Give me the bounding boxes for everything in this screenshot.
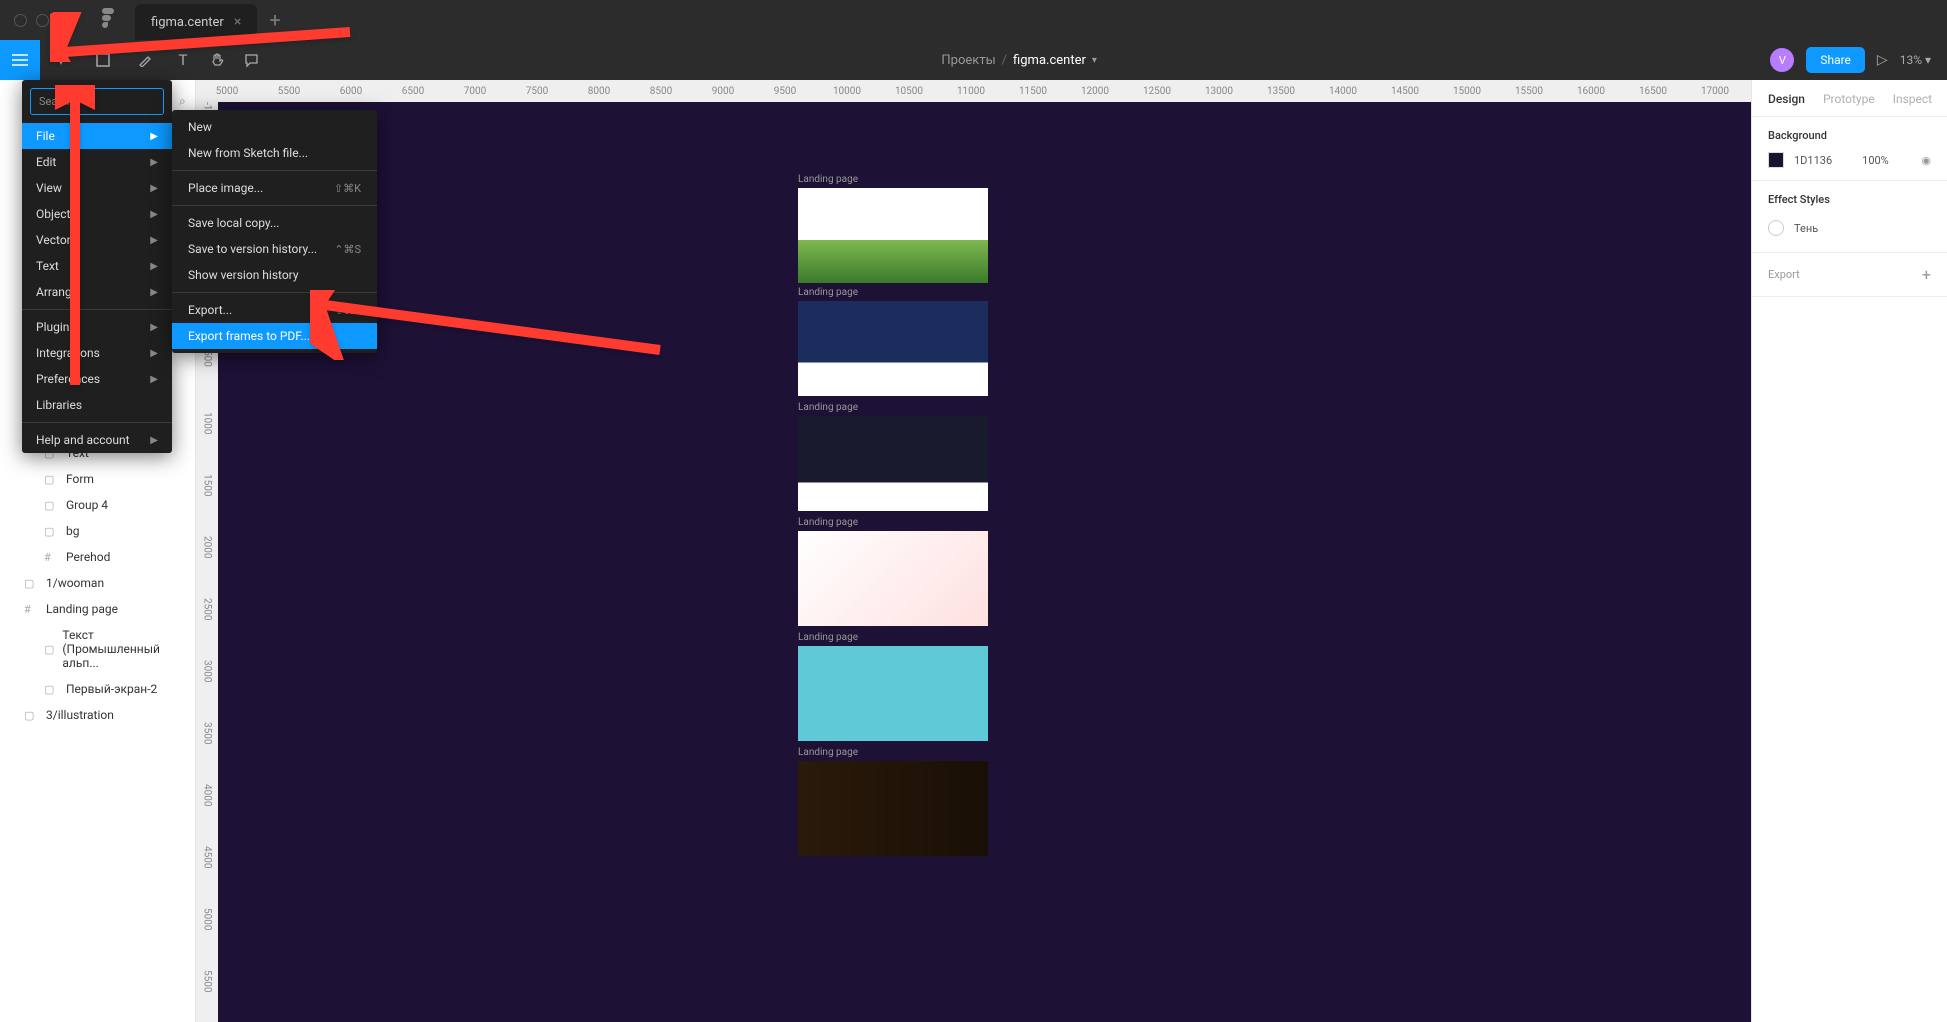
properties-panel: Design Prototype Inspect Background 1D11…: [1751, 80, 1947, 1022]
menu-item[interactable]: Libraries: [22, 392, 172, 418]
add-tab-button[interactable]: +: [269, 8, 280, 32]
menu-item[interactable]: New from Sketch file...: [172, 140, 377, 166]
hand-tool[interactable]: [200, 40, 234, 80]
comment-tool[interactable]: [234, 40, 268, 80]
move-tool[interactable]: ▾: [40, 40, 82, 80]
main-menu-button[interactable]: [0, 40, 40, 80]
main-menu-dropdown: ⌕ File▶Edit▶View▶Object▶Vector▶Text▶Arra…: [22, 80, 172, 453]
frame-tool[interactable]: [82, 40, 124, 80]
effect-style-item[interactable]: Тень: [1768, 216, 1931, 240]
background-color-hex[interactable]: 1D1136: [1794, 154, 1832, 167]
frame[interactable]: Landing page: [798, 747, 988, 856]
effect-icon: [1768, 220, 1784, 236]
menu-item[interactable]: File▶: [22, 123, 172, 149]
present-icon[interactable]: ▷: [1877, 52, 1888, 68]
layer-item[interactable]: ▢Текст (Промышленный альп...: [0, 622, 195, 676]
add-export-button[interactable]: +: [1922, 265, 1931, 284]
background-section-title: Background: [1768, 129, 1931, 142]
frame[interactable]: Landing page: [798, 174, 988, 283]
search-icon: ⌕: [179, 94, 186, 109]
pen-tool[interactable]: [124, 40, 166, 80]
frame[interactable]: Landing page: [798, 287, 988, 396]
file-tab[interactable]: figma.center ×: [135, 4, 257, 40]
window-controls: [14, 14, 71, 27]
share-button[interactable]: Share: [1806, 47, 1865, 73]
menu-item[interactable]: Show version history: [172, 262, 377, 288]
breadcrumb[interactable]: Проекты / figma.center ▾: [941, 53, 1097, 68]
tab-label: figma.center: [151, 15, 224, 30]
background-color-swatch[interactable]: [1768, 152, 1784, 168]
layer-item[interactable]: ▢Group 4: [0, 492, 195, 518]
menu-item[interactable]: Export...⇧⌘E: [172, 297, 377, 323]
menu-item[interactable]: Edit▶: [22, 149, 172, 175]
search-input[interactable]: [39, 95, 179, 108]
layer-item[interactable]: #Perehod: [0, 544, 195, 570]
background-opacity[interactable]: 100%: [1862, 154, 1889, 167]
figma-logo-icon[interactable]: [101, 8, 115, 33]
minimize-window-icon[interactable]: [36, 14, 49, 27]
menu-item[interactable]: Save local copy...: [172, 210, 377, 236]
close-window-icon[interactable]: [14, 14, 27, 27]
menu-item[interactable]: Place image...⇧⌘K: [172, 175, 377, 201]
tab-prototype[interactable]: Prototype: [1823, 92, 1875, 106]
avatar[interactable]: V: [1770, 48, 1794, 72]
toolbar: ▾ T Проекты / figma.center ▾ V Share ▷ 1…: [0, 40, 1947, 80]
menu-item[interactable]: Vector▶: [22, 227, 172, 253]
text-tool[interactable]: T: [166, 40, 200, 80]
menu-item[interactable]: Preferences▶: [22, 366, 172, 392]
layer-item[interactable]: ▢Form: [0, 466, 195, 492]
menu-item[interactable]: Object▶: [22, 201, 172, 227]
horizontal-ruler: 5000550060006500700075008000850090009500…: [196, 80, 1751, 102]
tab-inspect[interactable]: Inspect: [1893, 92, 1932, 106]
layer-item[interactable]: #Landing page: [0, 596, 195, 622]
menu-item[interactable]: Save to version history...⌃⌘S: [172, 236, 377, 262]
chevron-down-icon: ▾: [1092, 55, 1097, 66]
frame[interactable]: Landing page: [798, 402, 988, 511]
file-submenu: NewNew from Sketch file... Place image..…: [172, 110, 377, 353]
menu-item[interactable]: Arrange▶: [22, 279, 172, 305]
layer-item[interactable]: ▢bg: [0, 518, 195, 544]
menu-item[interactable]: Export frames to PDF...: [172, 323, 377, 349]
menu-item[interactable]: Integrations▶: [22, 340, 172, 366]
menu-item[interactable]: Text▶: [22, 253, 172, 279]
menu-item[interactable]: Help and account▶: [22, 427, 172, 453]
file-name: figma.center: [1013, 53, 1086, 68]
frame[interactable]: Landing page: [798, 517, 988, 626]
effect-styles-title: Effect Styles: [1768, 193, 1931, 206]
menu-item[interactable]: Plugins▶: [22, 314, 172, 340]
zoom-level[interactable]: 13% ▾: [1900, 53, 1931, 67]
project-name: Проекты: [941, 53, 995, 68]
titlebar: figma.center × +: [0, 0, 1947, 40]
maximize-window-icon[interactable]: [58, 14, 71, 27]
frame[interactable]: Landing page: [798, 632, 988, 741]
layer-item[interactable]: ▢Первый-экран-2: [0, 676, 195, 702]
layer-item[interactable]: ▢3/illustration: [0, 702, 195, 728]
menu-item[interactable]: New: [172, 114, 377, 140]
close-tab-icon[interactable]: ×: [234, 14, 241, 30]
tab-design[interactable]: Design: [1768, 92, 1805, 106]
visibility-icon[interactable]: ◉: [1921, 154, 1931, 167]
canvas[interactable]: 5000550060006500700075008000850090009500…: [196, 80, 1751, 1022]
export-section-title: Export: [1768, 268, 1800, 281]
layer-item[interactable]: ▢1/wooman: [0, 570, 195, 596]
menu-item[interactable]: View▶: [22, 175, 172, 201]
menu-search[interactable]: ⌕: [30, 88, 164, 115]
